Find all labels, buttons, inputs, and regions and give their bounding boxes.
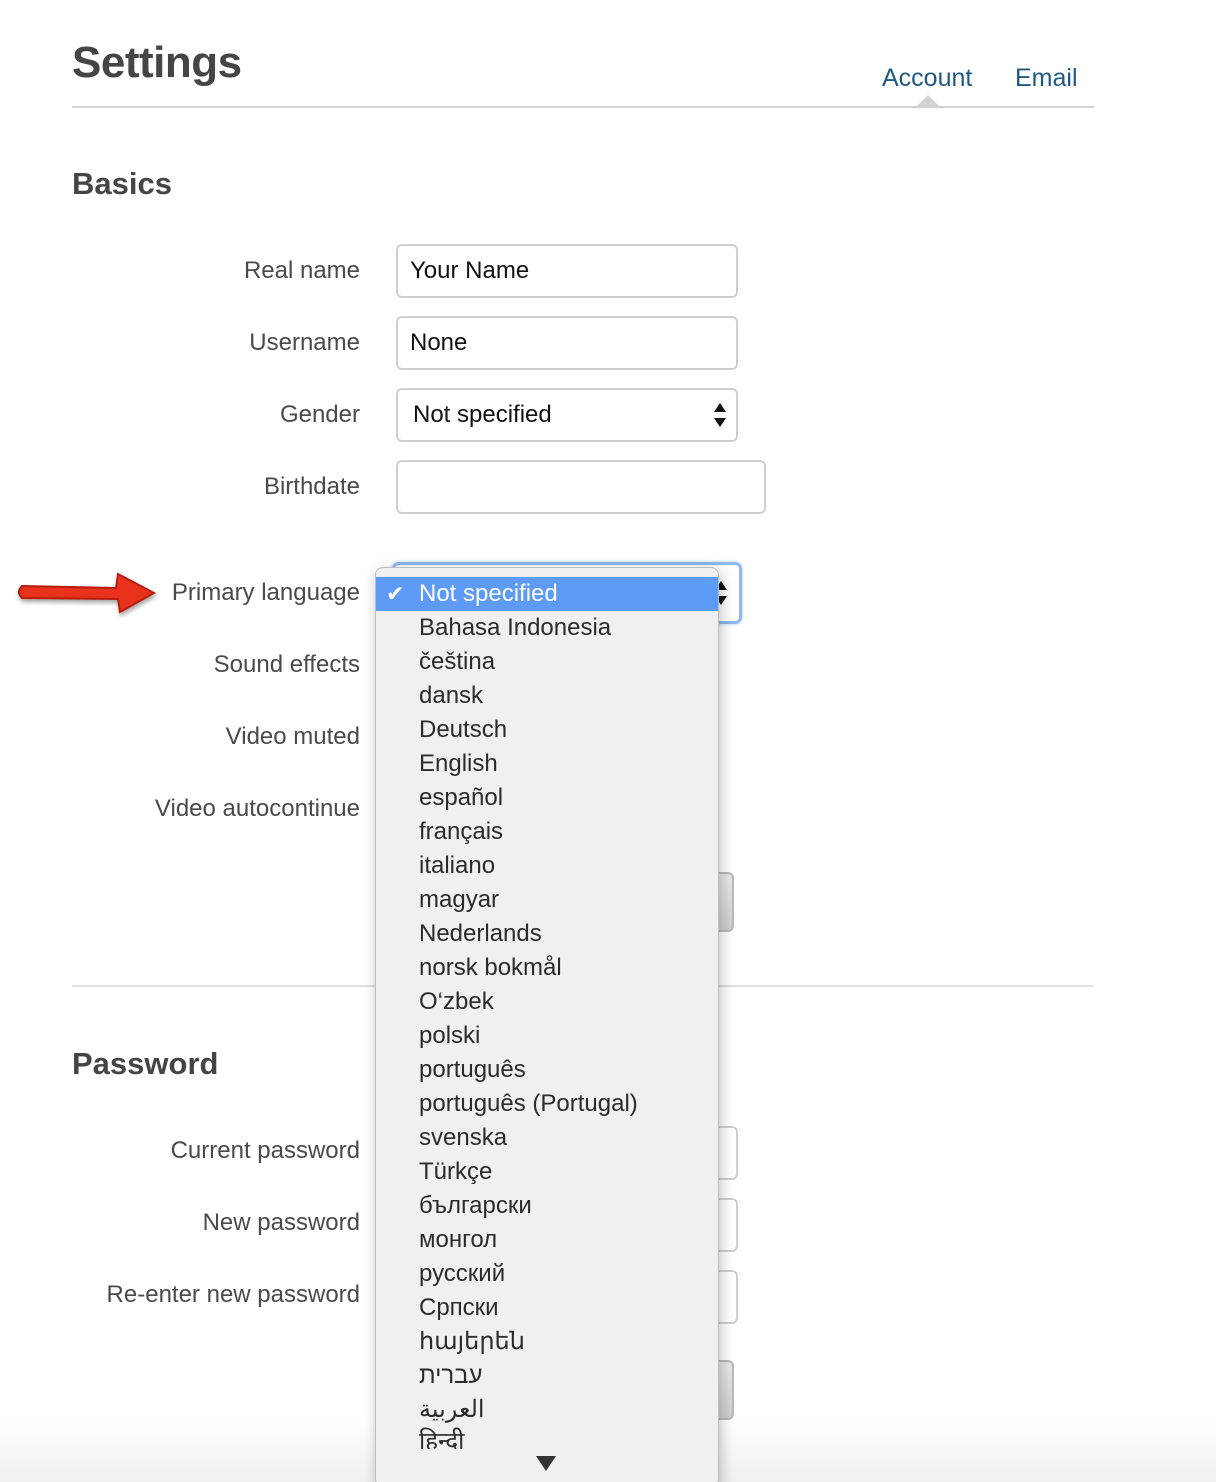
language-option-label: svenska xyxy=(419,1124,508,1151)
checkmark-icon: ✔ xyxy=(386,581,405,606)
video-autocontinue-label: Video autocontinue xyxy=(154,795,360,822)
language-option[interactable]: Nederlands xyxy=(376,917,718,951)
language-option[interactable]: español xyxy=(376,781,718,815)
page-title: Settings xyxy=(72,38,242,87)
language-option[interactable]: Deutsch xyxy=(376,713,718,747)
language-option[interactable]: Српски xyxy=(376,1291,718,1325)
language-option[interactable]: norsk bokmål xyxy=(376,951,718,985)
gender-select-value: Not specified xyxy=(413,401,552,428)
gender-label: Gender xyxy=(279,401,360,428)
scroll-down-arrow-icon[interactable] xyxy=(536,1456,556,1471)
select-arrows-icon xyxy=(714,403,726,427)
username-label: Username xyxy=(249,329,360,356)
language-option[interactable]: français xyxy=(376,815,718,849)
language-dropdown-menu[interactable]: ✔ Not specified Bahasa Indonesia čeština dan… xyxy=(375,567,719,1482)
language-option-label: español xyxy=(419,784,504,811)
real-name-input[interactable]: Your Name xyxy=(396,244,738,298)
language-option[interactable]: polski xyxy=(376,1019,718,1053)
language-option[interactable]: العربية xyxy=(376,1393,718,1427)
language-option-label: magyar xyxy=(419,886,500,913)
reenter-password-label: Re-enter new password xyxy=(106,1281,360,1308)
active-tab-caret-icon xyxy=(916,95,940,107)
language-option[interactable]: O‘zbek xyxy=(376,985,718,1019)
language-option[interactable]: português (Portugal) xyxy=(376,1087,718,1121)
language-option[interactable]: монгол xyxy=(376,1223,718,1257)
language-option-label: O‘zbek xyxy=(419,988,494,1015)
language-option-label: italiano xyxy=(419,852,496,879)
language-option-label: français xyxy=(419,818,504,845)
section-title-basics: Basics xyxy=(72,166,172,201)
video-muted-label: Video muted xyxy=(225,723,360,750)
language-option-label: English xyxy=(419,750,498,777)
primary-language-label: Primary language xyxy=(171,579,360,606)
language-option[interactable]: հայերեն xyxy=(376,1325,718,1359)
language-option[interactable]: English xyxy=(376,747,718,781)
language-option-label: हिन्दी xyxy=(419,1428,465,1449)
language-option-label: Not specified xyxy=(419,580,558,607)
language-option-label: монгол xyxy=(419,1226,498,1253)
language-option-label: Türkçe xyxy=(419,1158,493,1185)
language-option[interactable]: svenska xyxy=(376,1121,718,1155)
language-option[interactable]: Bahasa Indonesia xyxy=(376,611,718,645)
birthdate-label: Birthdate xyxy=(263,473,360,500)
username-input[interactable]: None xyxy=(396,316,738,370)
language-option-label: Deutsch xyxy=(419,716,508,743)
language-option[interactable]: हिन्दी xyxy=(376,1427,718,1449)
language-option-label: Bahasa Indonesia xyxy=(419,614,612,641)
language-option-label: dansk xyxy=(419,682,484,709)
language-option[interactable]: עברית xyxy=(376,1359,718,1393)
header-divider xyxy=(72,106,1094,108)
language-option[interactable]: Türkçe xyxy=(376,1155,718,1189)
tab-email[interactable]: Email xyxy=(1015,64,1078,93)
language-option-label: norsk bokmål xyxy=(419,954,562,981)
language-option-label: български xyxy=(419,1192,532,1219)
section-title-password: Password xyxy=(72,1046,219,1081)
language-option-label: русский xyxy=(419,1260,506,1287)
language-option[interactable]: dansk xyxy=(376,679,718,713)
tab-account[interactable]: Account xyxy=(882,64,972,93)
language-option[interactable]: português xyxy=(376,1053,718,1087)
language-option-label: עברית xyxy=(419,1362,483,1389)
real-name-label: Real name xyxy=(243,257,360,284)
language-option[interactable]: русский xyxy=(376,1257,718,1291)
language-option[interactable]: italiano xyxy=(376,849,718,883)
language-option[interactable]: magyar xyxy=(376,883,718,917)
language-option-label: polski xyxy=(419,1022,481,1049)
language-option[interactable]: български xyxy=(376,1189,718,1223)
language-option[interactable]: ✔ Not specified xyxy=(376,577,718,611)
language-option[interactable]: čeština xyxy=(376,645,718,679)
new-password-label: New password xyxy=(202,1209,360,1236)
language-option-label: Српски xyxy=(419,1294,499,1321)
birthdate-input[interactable] xyxy=(396,460,766,514)
red-arrow-annotation-icon xyxy=(18,572,157,614)
language-option-label: Nederlands xyxy=(419,920,542,947)
gender-select[interactable]: Not specified xyxy=(396,388,738,442)
current-password-label: Current password xyxy=(170,1137,360,1164)
language-option-label: português (Portugal) xyxy=(419,1090,638,1117)
language-option-label: հայերեն xyxy=(419,1328,525,1355)
language-option-label: português xyxy=(419,1056,526,1083)
language-option-label: čeština xyxy=(419,648,496,675)
sound-effects-label: Sound effects xyxy=(213,651,360,678)
language-option-label: العربية xyxy=(419,1396,485,1423)
